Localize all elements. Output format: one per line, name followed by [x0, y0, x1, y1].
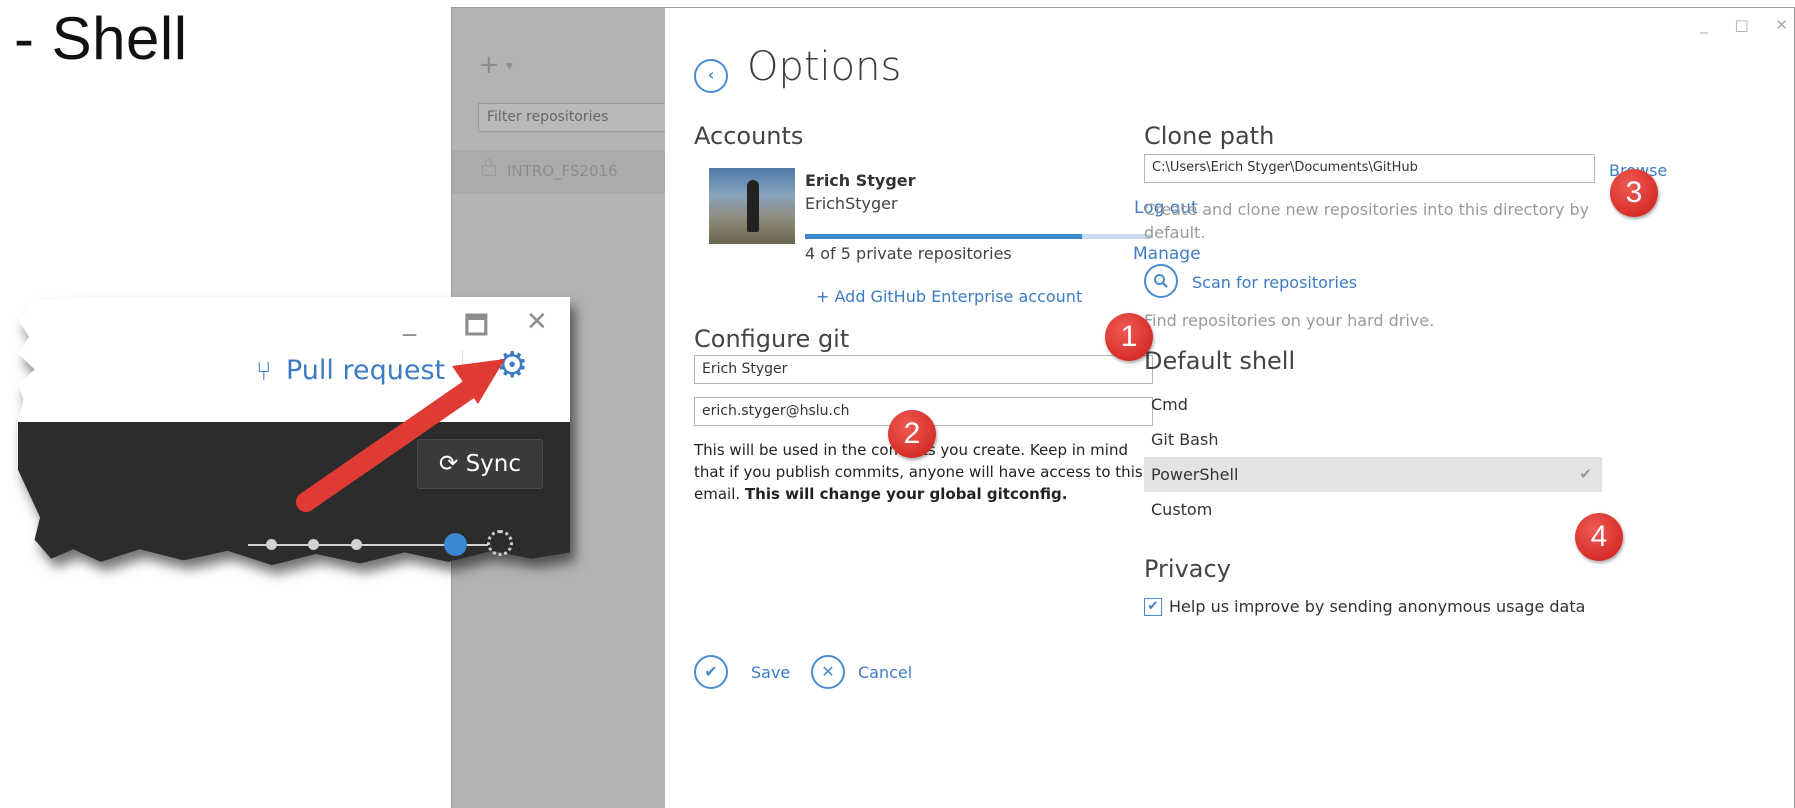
annotation-badge-1: 1 — [1105, 313, 1153, 361]
annotation-badge-3: 3 — [1610, 169, 1658, 217]
annotation-badge-4: 4 — [1575, 513, 1623, 561]
annotation-badge-2: 2 — [888, 410, 936, 458]
annotation-arrow — [296, 359, 505, 512]
